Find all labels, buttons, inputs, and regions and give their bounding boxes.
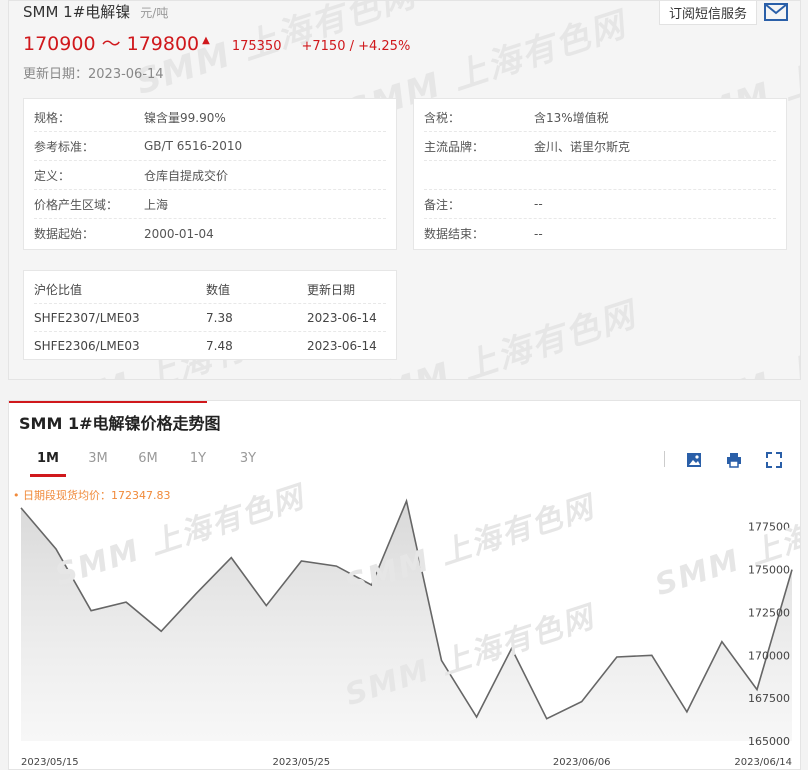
- spec-key: 含税：: [424, 110, 461, 125]
- spec-row: [424, 161, 776, 190]
- table-row: SHFE2307/LME03 7.38 2023-06-14: [34, 304, 386, 332]
- tab-1m[interactable]: 1M: [23, 451, 73, 477]
- spec-value: --: [534, 226, 543, 241]
- spec-value: GB/T 6516-2010: [144, 139, 243, 153]
- spec-row: 备注： --: [424, 190, 776, 219]
- spec-row: 数据结束： --: [424, 219, 776, 248]
- spec-value: 2000-01-04: [144, 226, 214, 241]
- ratio-contract: SHFE2307/LME03: [34, 310, 140, 325]
- price-row: 170900 ～ 179800 ▲ 175350 +7150 / +4.25%: [23, 29, 411, 55]
- y-tick-label: 177500: [748, 521, 790, 534]
- y-tick-label: 172500: [748, 606, 790, 619]
- tab-1y[interactable]: 1Y: [173, 451, 223, 473]
- y-tick-label: 167500: [748, 692, 790, 705]
- shfe-lme-ratio-table: 沪伦比值 数值 更新日期 SHFE2307/LME03 7.38 2023-06…: [23, 270, 397, 360]
- y-tick-label: 170000: [748, 649, 790, 662]
- price-area: [21, 501, 792, 741]
- tab-3y[interactable]: 3Y: [223, 451, 273, 473]
- spec-key: 主流品牌：: [424, 139, 485, 154]
- price-change: +7150 / +4.25%: [301, 39, 411, 54]
- ratio-date: 2023-06-14: [307, 310, 377, 325]
- spec-key: 价格产生区域：: [34, 197, 119, 212]
- update-date: 更新日期：2023-06-14: [23, 67, 164, 82]
- x-tick-label: 2023/06/06: [553, 757, 611, 768]
- spec-key: 规格：: [34, 110, 71, 125]
- ratio-header: 更新日期: [307, 283, 356, 297]
- spec-row: 参考标准： GB/T 6516-2010: [34, 132, 386, 161]
- watermark: SMM 上海有色网: [671, 304, 801, 380]
- x-tick-label: 2023/05/15: [21, 757, 79, 768]
- spec-value: 仓库自提成交价: [144, 168, 229, 183]
- table-row: SHFE2306/LME03 7.48 2023-06-14: [34, 332, 386, 360]
- fullscreen-icon[interactable]: [765, 451, 783, 469]
- chart-title: SMM 1#电解镍价格走势图: [19, 414, 221, 433]
- spec-value: 上海: [144, 197, 169, 212]
- price-range: 170900 ～ 179800: [23, 33, 200, 55]
- unit-label: 元/吨: [140, 6, 169, 20]
- spec-value: 金川、诺里尔斯克: [534, 139, 631, 154]
- average-price-label: • 日期段现货均价：172347.83: [13, 489, 171, 502]
- price-up-icon: ▲: [202, 35, 210, 46]
- spec-key: 定义：: [34, 168, 71, 183]
- spec-key: 数据结束：: [424, 227, 485, 241]
- product-name: SMM 1#电解镍: [23, 3, 131, 21]
- spec-row: 定义： 仓库自提成交价: [34, 161, 386, 190]
- spec-table-right: 含税： 含13%增值税 主流品牌： 金川、诺里尔斯克 备注： -- 数据结束： --: [413, 98, 787, 250]
- subscribe-sms-button[interactable]: 订阅短信服务: [659, 1, 757, 25]
- spec-key: 参考标准：: [34, 139, 95, 154]
- y-tick-label: 175000: [748, 564, 790, 577]
- spec-row: 规格： 镍含量99.90%: [34, 103, 386, 132]
- ratio-contract: SHFE2306/LME03: [34, 339, 140, 353]
- spec-value: 镍含量99.90%: [144, 110, 226, 125]
- tab-3m[interactable]: 3M: [73, 451, 123, 473]
- title-accent-bar: [9, 401, 207, 403]
- print-icon[interactable]: [725, 451, 743, 469]
- price-chart-panel: 165000 167500 170000 172500 175000 177500 2023…: [8, 400, 801, 770]
- ratio-header: 沪伦比值: [34, 283, 83, 297]
- average-price: 175350: [231, 39, 282, 54]
- save-image-icon[interactable]: [685, 451, 703, 469]
- y-tick-label: 165000: [748, 735, 790, 748]
- ratio-date: 2023-06-14: [307, 339, 377, 353]
- ratio-value: 7.48: [206, 339, 233, 353]
- mail-icon[interactable]: [764, 3, 788, 21]
- ratio-value: 7.38: [206, 310, 233, 325]
- ratio-header: 数值: [206, 283, 231, 297]
- ratio-header-row: 沪伦比值 数值 更新日期: [34, 276, 386, 304]
- spec-value: --: [534, 197, 543, 211]
- spec-table-left: 规格： 镍含量99.90% 参考标准： GB/T 6516-2010 定义： 仓库自提…: [23, 98, 397, 250]
- toolbar-divider: [664, 451, 665, 467]
- spec-value: 含13%增值税: [534, 110, 609, 125]
- spec-row: 含税： 含13%增值税: [424, 103, 776, 132]
- tab-6m[interactable]: 6M: [123, 451, 173, 473]
- range-tabs: 1M 3M 6M 1Y 3Y: [23, 451, 273, 477]
- title-row: SMM 1#电解镍 元/吨: [23, 1, 168, 21]
- product-info-panel: SMM 上海有色网 SMM 上海有色网 SMM 上海有色网 SMM 上海有色网 …: [8, 0, 801, 380]
- x-tick-label: 2023/06/14: [734, 757, 792, 768]
- x-tick-label: 2023/05/25: [273, 757, 331, 768]
- spec-row: 数据起始： 2000-01-04: [34, 219, 386, 248]
- spec-row: 主流品牌： 金川、诺里尔斯克: [424, 132, 776, 161]
- spec-key: 备注：: [424, 197, 461, 212]
- spec-row: 价格产生区域： 上海: [34, 190, 386, 219]
- spec-key: 数据起始：: [34, 227, 95, 241]
